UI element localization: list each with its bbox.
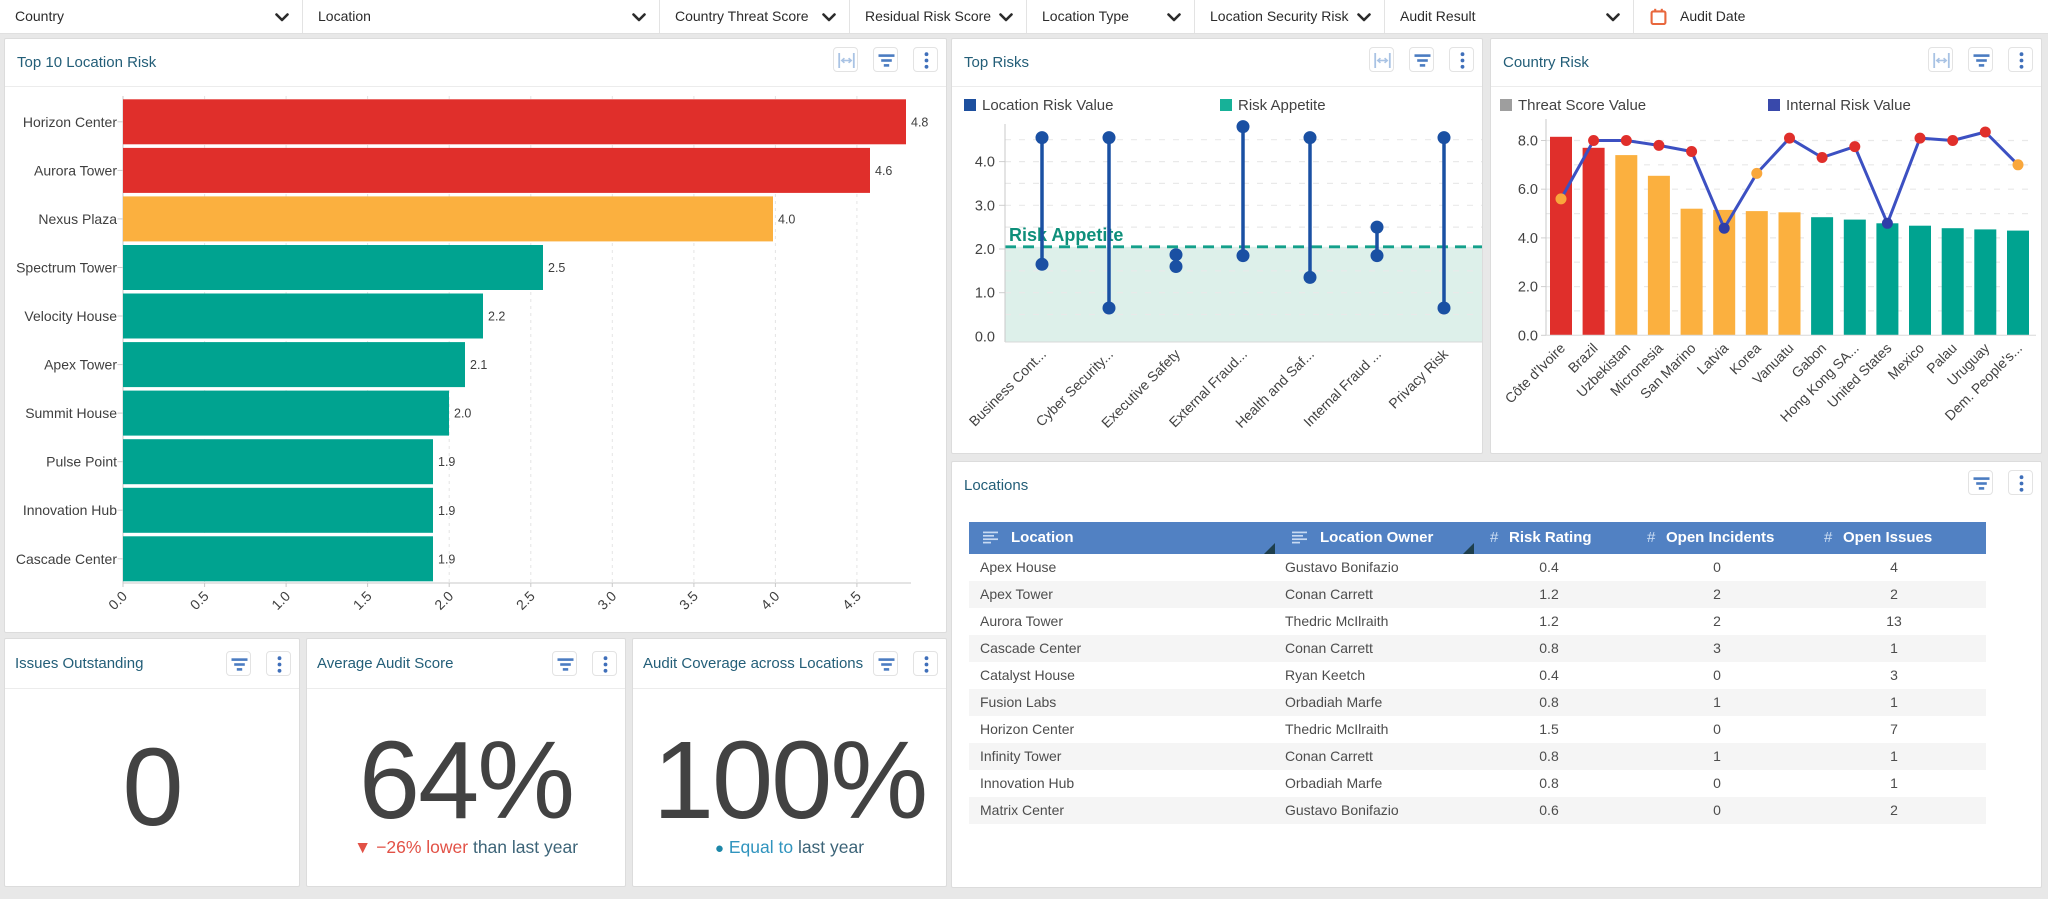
svg-text:1.0: 1.0: [975, 286, 995, 302]
svg-text:Risk Appetite: Risk Appetite: [1238, 97, 1326, 114]
svg-text:Horizon Center: Horizon Center: [23, 114, 117, 130]
svg-text:2.0: 2.0: [431, 588, 456, 613]
svg-text:Summit House: Summit House: [25, 405, 117, 421]
svg-text:1.9: 1.9: [438, 504, 455, 518]
svg-text:2.0: 2.0: [975, 242, 995, 258]
svg-text:4.5: 4.5: [839, 588, 864, 613]
svg-text:Internal Risk Value: Internal Risk Value: [1786, 97, 1911, 114]
svg-text:2.0: 2.0: [454, 407, 471, 421]
svg-text:Spectrum Tower: Spectrum Tower: [16, 260, 117, 276]
svg-text:8.0: 8.0: [1518, 134, 1538, 150]
svg-text:Latvia: Latvia: [1694, 340, 1732, 378]
svg-text:4.0: 4.0: [778, 212, 795, 226]
svg-text:Apex Tower: Apex Tower: [44, 357, 117, 373]
svg-text:Pulse Point: Pulse Point: [46, 454, 117, 470]
svg-text:0.0: 0.0: [1518, 328, 1538, 344]
svg-text:4.8: 4.8: [911, 115, 928, 129]
svg-text:3.0: 3.0: [594, 588, 619, 613]
svg-text:2.5: 2.5: [548, 261, 565, 275]
svg-text:Threat Score Value: Threat Score Value: [1518, 97, 1646, 114]
svg-text:Cascade Center: Cascade Center: [16, 551, 118, 567]
svg-text:Velocity House: Velocity House: [24, 308, 117, 324]
svg-text:4.0: 4.0: [975, 155, 995, 171]
svg-text:Privacy Risk: Privacy Risk: [1385, 345, 1451, 411]
svg-text:0.0: 0.0: [975, 329, 995, 345]
svg-text:2.1: 2.1: [470, 358, 487, 372]
svg-text:2.5: 2.5: [513, 588, 538, 613]
svg-text:1.9: 1.9: [438, 455, 455, 469]
svg-text:1.9: 1.9: [438, 552, 455, 566]
svg-text:6.0: 6.0: [1518, 182, 1538, 198]
svg-text:1.0: 1.0: [268, 588, 293, 613]
svg-text:Risk Appetite: Risk Appetite: [1009, 225, 1123, 245]
svg-text:1.5: 1.5: [350, 588, 375, 613]
svg-text:2.0: 2.0: [1518, 280, 1538, 296]
svg-text:3.0: 3.0: [975, 198, 995, 214]
svg-text:Innovation Hub: Innovation Hub: [23, 502, 117, 518]
svg-text:Côte d'Ivoire: Côte d'Ivoire: [1502, 340, 1569, 407]
svg-text:Location Risk Value: Location Risk Value: [982, 97, 1113, 114]
svg-text:4.6: 4.6: [875, 164, 892, 178]
svg-text:Nexus Plaza: Nexus Plaza: [38, 211, 117, 227]
svg-text:3.5: 3.5: [676, 588, 701, 613]
svg-text:0.0: 0.0: [105, 588, 130, 613]
svg-text:Aurora Tower: Aurora Tower: [34, 162, 117, 178]
svg-text:4.0: 4.0: [1518, 231, 1538, 247]
svg-text:0.5: 0.5: [187, 588, 212, 613]
svg-text:Mexico: Mexico: [1884, 340, 1927, 383]
svg-text:4.0: 4.0: [757, 588, 782, 613]
svg-text:2.2: 2.2: [488, 310, 505, 324]
